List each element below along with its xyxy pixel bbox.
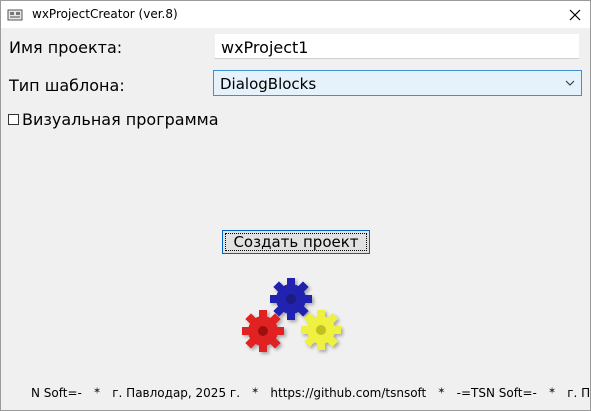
window-title: wxProjectCreator (ver.8) (32, 7, 178, 21)
marquee-item: г. Павл (567, 386, 590, 400)
template-label: Тип шаблона: (9, 76, 125, 95)
template-select-value: DialogBlocks (220, 75, 317, 93)
project-name-label: Имя проекта: (9, 38, 123, 57)
close-icon (569, 9, 581, 20)
visual-program-checkbox[interactable] (8, 114, 19, 125)
gears-logo-icon (242, 278, 341, 352)
star-icon: ✶ (437, 386, 446, 397)
project-name-input[interactable]: wxProject1 (214, 33, 580, 59)
visual-program-label: Визуальная программа (22, 110, 219, 129)
template-select[interactable]: DialogBlocks (213, 70, 582, 96)
chevron-down-icon (565, 80, 575, 86)
marquee-item: https://github.com/tsnsoft (270, 386, 427, 400)
star-icon: ✶ (547, 386, 557, 397)
app-icon (7, 7, 23, 23)
close-button[interactable] (560, 1, 590, 28)
visual-program-option[interactable]: Визуальная программа (8, 110, 219, 129)
marquee-text: N Soft=- ✶ г. Павлодар, 2025 г. ✶ https:… (1, 384, 590, 404)
main-window: wxProjectCreator (ver.8) Имя проекта: wx… (0, 0, 591, 411)
marquee-item: г. Павлодар, 2025 г. (112, 386, 241, 400)
star-icon: ✶ (92, 386, 102, 397)
title-bar: wxProjectCreator (ver.8) (1, 1, 590, 28)
create-project-button[interactable]: Создать проект (222, 230, 370, 254)
star-icon: ✶ (251, 386, 260, 397)
marquee-item: -=TSN Soft=- (456, 386, 537, 400)
marquee-item: N Soft=- (31, 386, 82, 400)
